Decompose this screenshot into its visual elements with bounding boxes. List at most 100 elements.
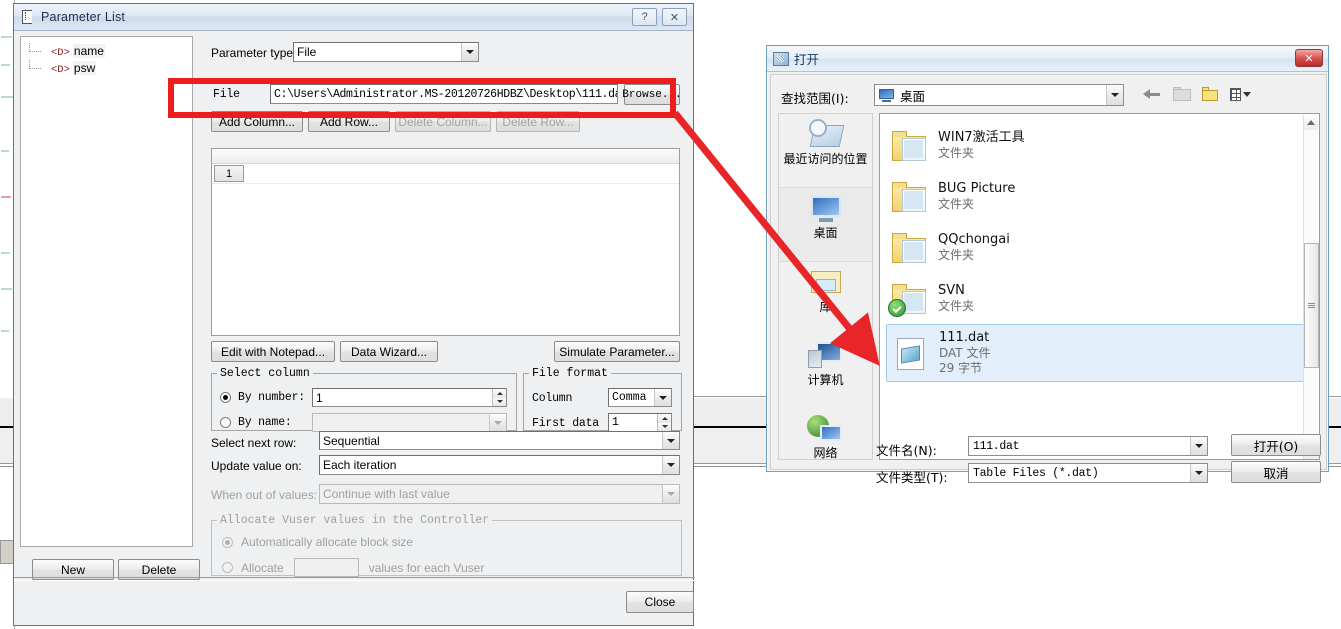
browse-button[interactable]: Browse...: [622, 84, 682, 105]
dat-file-icon: [891, 335, 931, 371]
chevron-down-icon[interactable]: [1190, 464, 1207, 482]
parameter-type-combo[interactable]: File: [293, 42, 479, 62]
place-label: 桌面: [813, 226, 838, 240]
chevron-down-icon: [662, 485, 679, 503]
views-icon[interactable]: [1230, 85, 1251, 104]
chevron-down-icon[interactable]: [1190, 437, 1207, 455]
file-type: 文件夹: [938, 299, 975, 313]
file-list-scrollbar[interactable]: [1303, 115, 1319, 459]
by-number-row[interactable]: By number:: [220, 391, 305, 404]
up-folder-icon: [1172, 85, 1193, 104]
by-number-radio[interactable]: [220, 392, 231, 403]
add-column-button[interactable]: Add Column...: [211, 111, 303, 132]
chevron-down-icon[interactable]: [654, 389, 671, 406]
file-type: 文件夹: [938, 146, 975, 160]
file-name-input[interactable]: 111.dat: [968, 436, 1208, 456]
computer-icon: [807, 340, 845, 372]
open-dialog-title: 打开: [794, 52, 820, 67]
list-item[interactable]: WIN7激活工具 文件夹: [880, 120, 1319, 171]
back-icon[interactable]: [1143, 85, 1164, 104]
file-type: DAT 文件: [939, 346, 991, 360]
first-data-stepper[interactable]: [657, 414, 671, 431]
chevron-down-icon[interactable]: [662, 432, 679, 449]
dialog-separator: [14, 577, 695, 581]
data-wizard-button[interactable]: Data Wizard...: [340, 341, 438, 362]
open-dialog-titlebar[interactable]: 打开 ✕: [767, 46, 1328, 72]
by-name-row[interactable]: By name:: [220, 416, 292, 429]
allocate-vuser-group: Allocate Vuser values in the Controller …: [211, 514, 682, 577]
chevron-down-icon[interactable]: [461, 43, 478, 61]
file-name-label: 文件名(N):: [876, 443, 937, 458]
place-computer[interactable]: 计算机: [779, 335, 872, 408]
grid-column-header: [212, 149, 679, 164]
parameter-type-label: Parameter type:: [211, 46, 297, 60]
column-separator-combo[interactable]: Comma: [608, 388, 672, 407]
new-folder-icon[interactable]: [1201, 85, 1222, 104]
desktop-icon: [879, 88, 895, 102]
simulate-parameter-button[interactable]: Simulate Parameter...: [554, 341, 680, 362]
select-column-legend: Select column: [220, 367, 310, 380]
file-path-value: C:\Users\Administrator.MS-20120726HDBZ\D…: [274, 87, 618, 101]
manual-allocate-label-pre: Allocate: [241, 560, 284, 575]
auto-allocate-radio: [222, 536, 233, 548]
close-dialog-button[interactable]: Close: [626, 591, 694, 613]
grid-row-header[interactable]: 1: [214, 165, 244, 182]
list-item[interactable]: BUG Picture 文件夹: [880, 171, 1319, 222]
file-format-group: File format Column Comma First data 1: [523, 367, 682, 432]
file-path-combo[interactable]: C:\Users\Administrator.MS-20120726HDBZ\D…: [270, 84, 618, 104]
scroll-up-icon[interactable]: [1304, 115, 1318, 130]
when-out-of-values-value: Continue with last value: [323, 487, 450, 501]
edit-with-notepad-button[interactable]: Edit with Notepad...: [211, 341, 335, 362]
column-separator-label: Column: [532, 392, 573, 405]
auto-allocate-row: Automatically allocate block size: [222, 535, 413, 549]
auto-allocate-label: Automatically allocate block size: [241, 535, 414, 549]
folder-icon: [890, 230, 930, 266]
by-name-radio[interactable]: [220, 417, 231, 428]
select-next-row-combo[interactable]: Sequential: [319, 431, 680, 450]
place-label: 计算机: [807, 373, 844, 387]
parameter-data-grid[interactable]: 1: [211, 148, 680, 336]
cancel-button[interactable]: 取消: [1231, 461, 1321, 483]
look-in-combo[interactable]: 桌面: [874, 84, 1124, 106]
update-value-on-combo[interactable]: Each iteration: [319, 455, 680, 475]
tree-item-name[interactable]: <D> name: [21, 43, 192, 60]
file-type-label: 文件类型(T):: [876, 470, 948, 485]
by-number-input[interactable]: 1: [312, 388, 507, 407]
close-icon[interactable]: ✕: [662, 8, 687, 26]
by-name-label: By name:: [238, 416, 292, 429]
file-name: BUG Picture: [938, 181, 1016, 196]
close-icon[interactable]: ✕: [1295, 49, 1323, 67]
desktop-icon: [807, 193, 845, 225]
file-type-select[interactable]: Table Files (*.dat): [968, 463, 1208, 483]
file-name: 111.dat: [939, 330, 990, 345]
number-stepper[interactable]: [492, 389, 506, 406]
place-network[interactable]: 网络: [779, 408, 872, 481]
place-desktop[interactable]: 桌面: [779, 187, 872, 262]
add-row-button[interactable]: Add Row...: [308, 111, 390, 132]
file-name-value: 111.dat: [973, 439, 1020, 453]
chevron-down-icon[interactable]: [662, 456, 679, 474]
file-list[interactable]: WIN7激活工具 文件夹 BUG Picture 文件夹 QQchongai 文…: [879, 113, 1320, 460]
folder-svn-icon: [888, 281, 930, 317]
chevron-down-icon[interactable]: [1106, 85, 1123, 105]
parameter-list-titlebar[interactable]: Parameter List ? ✕: [14, 4, 693, 31]
place-library[interactable]: 库: [779, 262, 872, 335]
scrollbar-thumb[interactable]: [1304, 243, 1319, 368]
list-item[interactable]: QQchongai 文件夹: [880, 222, 1319, 273]
delete-column-button: Delete Column...: [395, 111, 491, 132]
chevron-down-icon: [489, 414, 506, 431]
first-data-label: First data: [532, 417, 600, 430]
file-label: File: [213, 88, 240, 101]
help-button[interactable]: ?: [632, 8, 657, 26]
first-data-input[interactable]: 1: [608, 413, 672, 432]
parameter-list-dialog: Parameter List ? ✕ <D> name <D> psw New De…: [13, 3, 695, 626]
parameter-type-tag: <D>: [51, 64, 70, 76]
parameter-tree[interactable]: <D> name <D> psw: [20, 36, 193, 547]
open-button[interactable]: 打开(O): [1231, 434, 1321, 456]
place-recent[interactable]: 最近访问的位置: [779, 114, 872, 187]
tree-item-psw[interactable]: <D> psw: [21, 60, 192, 77]
list-item-selected[interactable]: 111.dat DAT 文件 29 字节: [886, 324, 1313, 382]
list-item[interactable]: SVN 文件夹: [880, 273, 1319, 324]
tree-connector: [29, 51, 41, 52]
file-type: 文件夹: [938, 197, 975, 211]
